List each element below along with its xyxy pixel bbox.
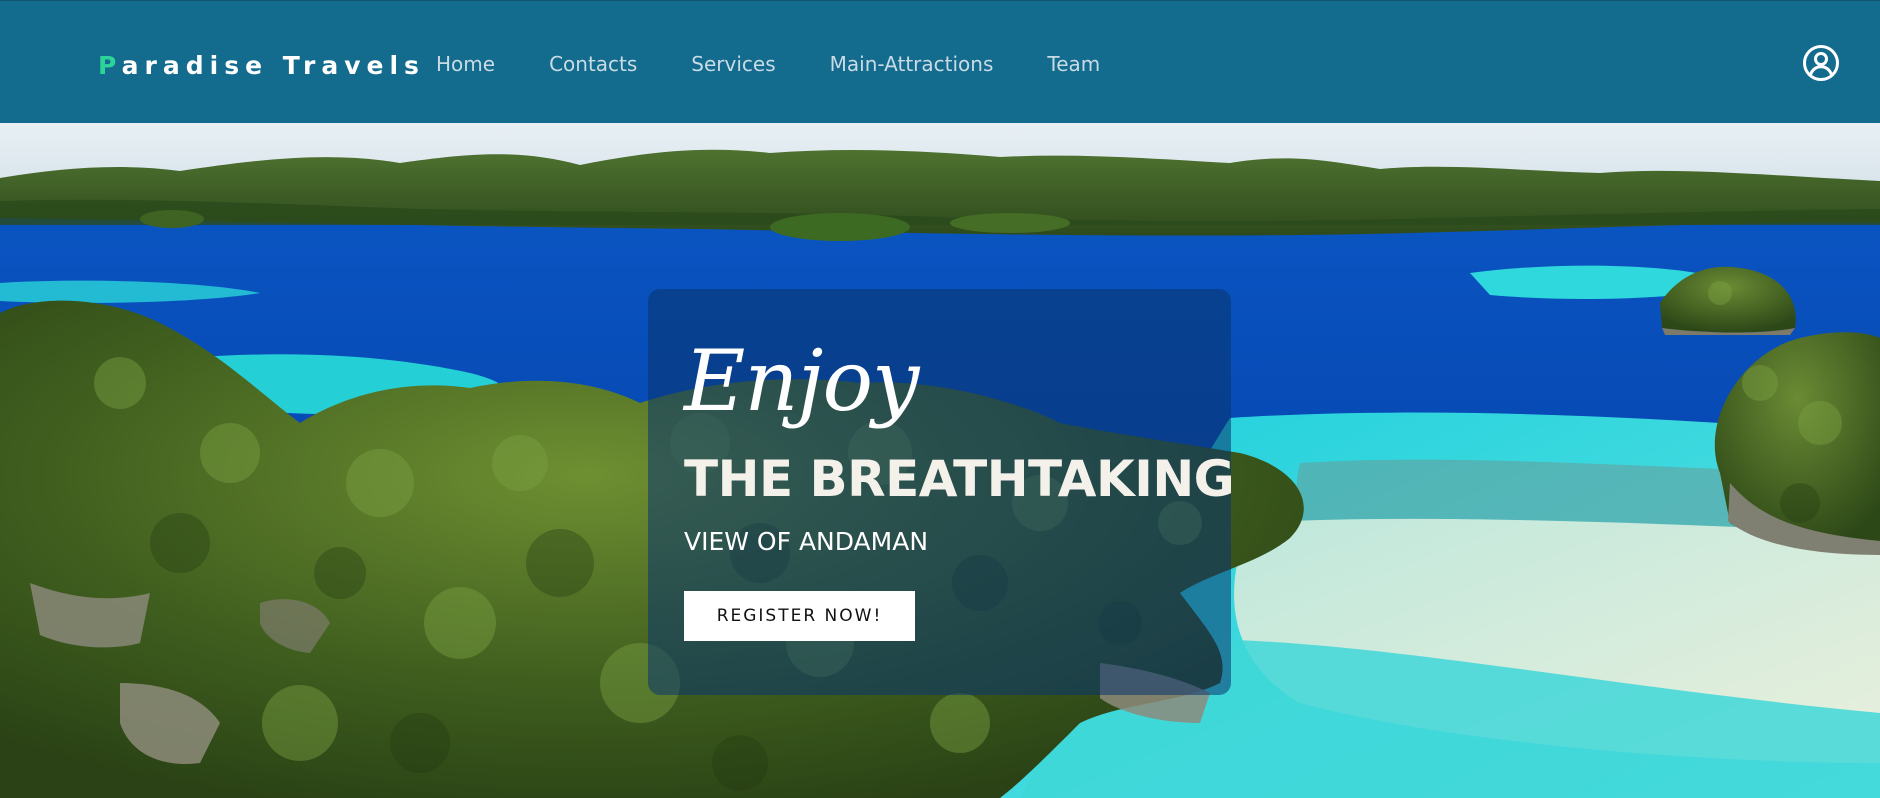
hero-script-heading: Enjoy xyxy=(684,332,919,430)
hero-section: Enjoy THE BREATHTAKING VIEW OF ANDAMAN R… xyxy=(0,123,1880,798)
hero-title: THE BREATHTAKING xyxy=(684,450,1235,508)
nav-home-link[interactable]: Home xyxy=(436,49,495,79)
navbar: Paradise Travels Home Contacts Services … xyxy=(0,0,1880,123)
hero-subtitle: VIEW OF ANDAMAN xyxy=(684,527,929,556)
register-now-button[interactable]: REGISTER NOW! xyxy=(684,591,915,641)
page: Paradise Travels Home Contacts Services … xyxy=(0,0,1880,798)
nav-services-link[interactable]: Services xyxy=(691,49,775,79)
main-nav: Home Contacts Services Main-Attractions … xyxy=(436,49,1154,79)
hero-card: Enjoy THE BREATHTAKING VIEW OF ANDAMAN R… xyxy=(648,289,1235,695)
brand-first-letter: P xyxy=(98,51,122,80)
nav-main-attractions-link[interactable]: Main-Attractions xyxy=(830,49,994,79)
nav-team-link[interactable]: Team xyxy=(1047,49,1100,79)
brand-logo[interactable]: Paradise Travels xyxy=(98,49,425,83)
brand-name-rest: aradise Travels xyxy=(121,51,425,80)
nav-contacts-link[interactable]: Contacts xyxy=(549,49,637,79)
user-circle-icon[interactable] xyxy=(1802,44,1840,82)
